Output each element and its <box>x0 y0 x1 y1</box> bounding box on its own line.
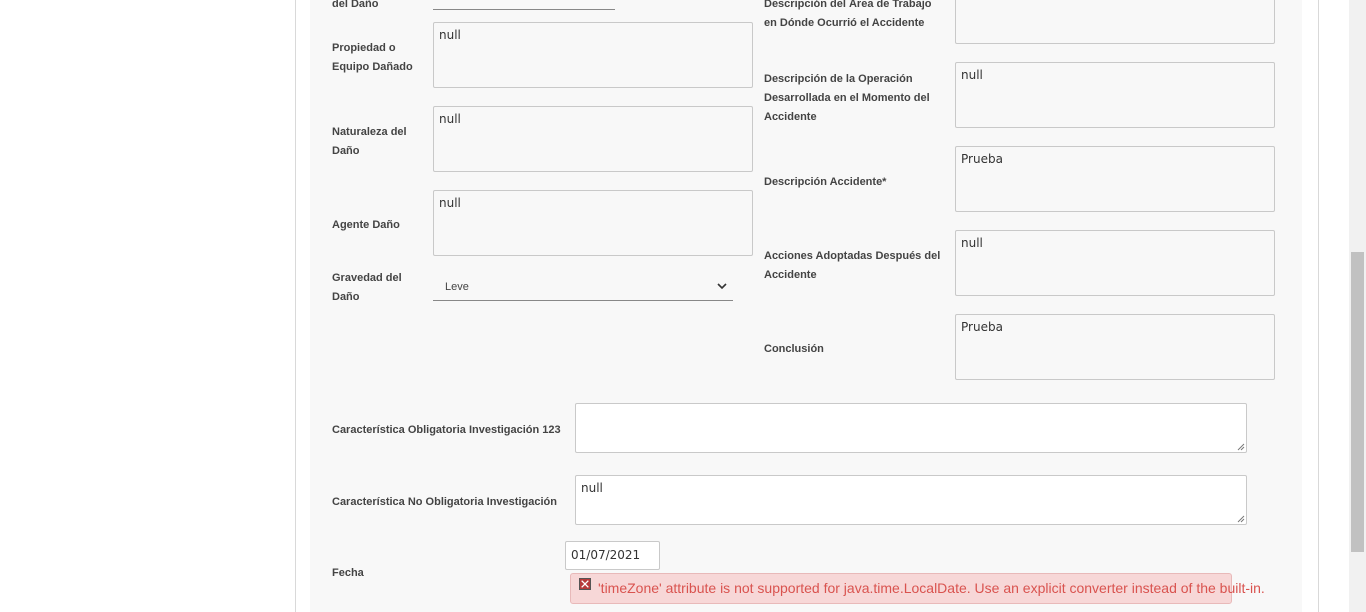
error-message-box: 'timeZone' attribute is not supported fo… <box>570 573 1265 604</box>
field-underline-partial[interactable] <box>433 9 615 10</box>
operacion-textarea[interactable]: null <box>955 62 1275 128</box>
conclusion-textarea[interactable]: Prueba <box>955 314 1275 380</box>
naturaleza-textarea[interactable]: null <box>433 106 753 172</box>
label-operacion: Descripción de la Operación Desarrollada… <box>764 73 930 123</box>
area-trabajo-textarea[interactable] <box>955 0 1275 44</box>
label-area-trabajo: Descripción del Área de Trabajo en Dónde… <box>764 0 932 29</box>
label-danio-partial: del Daño <box>332 0 379 10</box>
label-agente: Agente Daño <box>332 219 400 231</box>
propiedad-textarea[interactable]: null <box>433 22 753 88</box>
descripcion-accidente-textarea[interactable]: Prueba <box>955 146 1275 212</box>
vertical-scrollbar[interactable] <box>1349 0 1366 612</box>
caracteristica-no-obligatoria-textarea[interactable]: null <box>575 475 1247 525</box>
label-propiedad: Propiedad o Equipo Dañado <box>332 42 413 73</box>
label-fecha: Fecha <box>332 567 364 579</box>
gravedad-select[interactable]: Leve <box>433 277 733 301</box>
error-message-text: 'timeZone' attribute is not supported fo… <box>598 580 1265 596</box>
error-x-icon <box>579 578 591 590</box>
label-acciones: Acciones Adoptadas Después del Accidente <box>764 250 941 281</box>
label-gravedad: Gravedad del Daño <box>332 272 402 303</box>
fecha-input[interactable]: 01/07/2021 <box>565 541 660 570</box>
caracteristica-obligatoria-textarea[interactable] <box>575 403 1247 453</box>
gravedad-selected-value: Leve <box>445 281 469 293</box>
page: del Daño Propiedad o Equipo Dañado null … <box>0 0 1366 612</box>
chevron-down-icon <box>717 283 727 290</box>
label-conclusion: Conclusión <box>764 343 824 355</box>
label-descripcion-accidente: Descripción Accidente* <box>764 176 887 188</box>
scrollbar-thumb[interactable] <box>1351 252 1364 552</box>
label-caracteristica-obligatoria: Característica Obligatoria Investigación… <box>332 424 561 436</box>
resize-handle-icon[interactable] <box>1237 443 1245 451</box>
agente-textarea[interactable]: null <box>433 190 753 256</box>
resize-handle-icon[interactable] <box>1237 515 1245 523</box>
label-naturaleza: Naturaleza del Daño <box>332 126 407 157</box>
acciones-textarea[interactable]: null <box>955 230 1275 296</box>
label-caracteristica-no-obligatoria: Característica No Obligatoria Investigac… <box>332 496 557 508</box>
